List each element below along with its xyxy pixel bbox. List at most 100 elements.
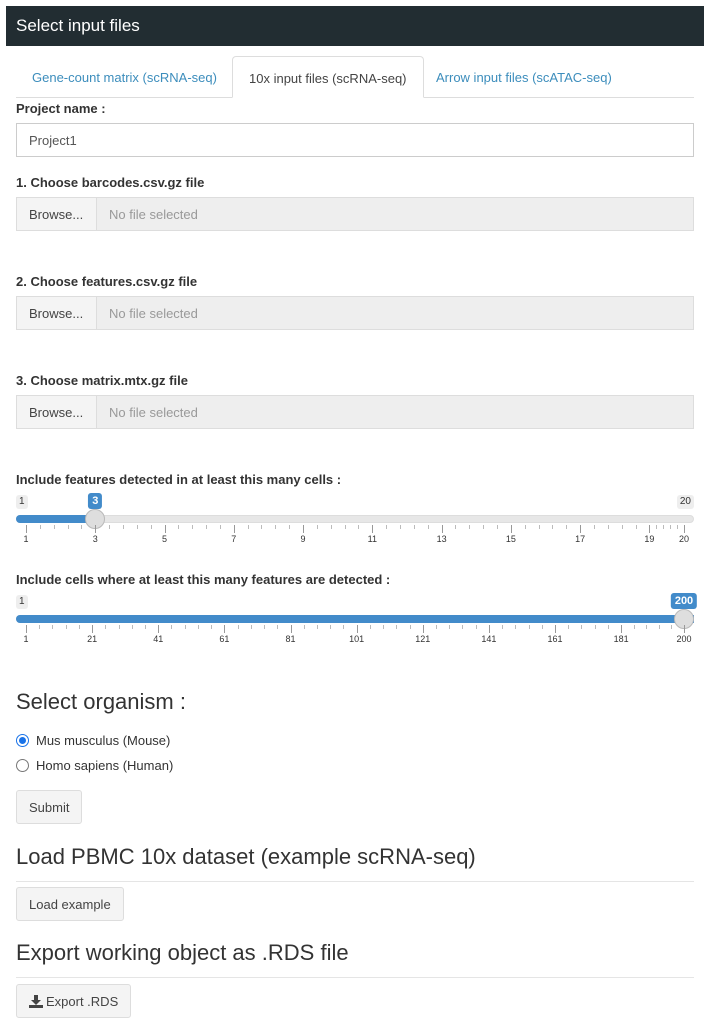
slider-minor-tick: [524, 525, 526, 529]
slider-minor-tick: [171, 625, 173, 629]
export-rds-button[interactable]: Export .RDS: [16, 984, 132, 1018]
slider-minor-tick: [264, 625, 266, 629]
barcodes-browse-button[interactable]: Browse...: [16, 197, 96, 231]
slider-minor-tick: [663, 525, 665, 529]
slider-minor-tick: [400, 525, 402, 529]
slider-tick: [290, 625, 292, 633]
slider-tick: [158, 625, 160, 633]
slider-minor-tick: [237, 625, 239, 629]
slider-tick: [649, 525, 651, 533]
slider-minor-tick: [386, 525, 388, 529]
submit-button[interactable]: Submit: [16, 790, 83, 824]
slider-tick-label: 1: [23, 534, 29, 544]
slider-minor-tick: [109, 525, 111, 529]
slider-tick: [92, 625, 94, 633]
slider-fill: [16, 515, 96, 523]
slider-minor-tick: [330, 525, 332, 529]
barcodes-file-status: No file selected: [96, 197, 694, 231]
slider-minor-tick: [150, 525, 152, 529]
slider-minor-tick: [184, 625, 186, 629]
features-file-input: Browse... No file selected: [16, 296, 694, 330]
matrix-file-input: Browse... No file selected: [16, 395, 694, 429]
slider-minor-tick: [330, 625, 332, 629]
matrix-file-label: 3. Choose matrix.mtx.gz file: [16, 373, 188, 388]
slider-minor-tick: [261, 525, 263, 529]
slider-minor-tick: [192, 525, 194, 529]
slider-minor-tick: [646, 625, 648, 629]
slider-minor-tick: [496, 525, 498, 529]
slider-tick: [580, 525, 582, 533]
slider-tick-label: 11: [367, 534, 377, 544]
slider-minor-tick: [409, 625, 411, 629]
slider-minor-tick: [515, 625, 517, 629]
tab-arrow-input-files[interactable]: Arrow input files (scATAC-seq): [420, 56, 628, 98]
features-file-label: 2. Choose features.csv.gz file: [16, 274, 198, 289]
slider-min-label: 1: [16, 595, 28, 609]
slider-minor-tick: [67, 525, 69, 529]
slider-minor-tick: [53, 525, 55, 529]
min-cells-slider-label: Include features detected in at least th…: [16, 472, 342, 487]
matrix-browse-button[interactable]: Browse...: [16, 395, 96, 429]
project-name-input[interactable]: [16, 123, 694, 157]
slider-minor-tick: [541, 625, 543, 629]
min-features-slider-label: Include cells where at least this many f…: [16, 572, 391, 587]
slider-minor-tick: [593, 525, 595, 529]
slider-minor-tick: [396, 625, 398, 629]
slider-tick-label: 161: [547, 634, 563, 644]
radio-button[interactable]: [16, 734, 29, 747]
tab-gene-count-matrix[interactable]: Gene-count matrix (scRNA-seq): [16, 56, 233, 98]
load-example-button[interactable]: Load example: [16, 887, 124, 921]
slider-tick: [303, 525, 305, 533]
min-features-slider[interactable]: 1 200 1 21 41 61 81 101 121 141 161 181 200: [16, 593, 698, 645]
slider-tick: [95, 525, 97, 533]
features-file-status: No file selected: [96, 296, 694, 330]
radio-button[interactable]: [16, 759, 29, 772]
min-cells-slider[interactable]: 1 20 3 1 3 5 7 9 11 13 15 17 19 20: [16, 493, 694, 545]
slider-minor-tick: [413, 525, 415, 529]
example-heading: Load PBMC 10x dataset (example scRNA-seq…: [16, 844, 476, 869]
slider-tick: [372, 525, 374, 533]
slider-value-label: 3: [88, 493, 103, 509]
features-browse-button[interactable]: Browse...: [16, 296, 96, 330]
slider-tick: [488, 625, 490, 633]
slider-tick: [422, 625, 424, 633]
slider-minor-tick: [483, 525, 485, 529]
organism-heading: Select organism :: [16, 689, 186, 714]
barcodes-file-input: Browse... No file selected: [16, 197, 694, 231]
slider-minor-tick: [316, 525, 318, 529]
project-name-label: Project name :: [16, 101, 106, 116]
slider-value-label: 200: [670, 593, 698, 609]
slider-minor-tick: [552, 525, 554, 529]
barcodes-file-label: 1. Choose barcodes.csv.gz file: [16, 175, 205, 190]
slider-minor-tick: [502, 625, 504, 629]
slider-minor-tick: [566, 525, 568, 529]
slider-tick-label: 3: [92, 534, 98, 544]
slider-minor-tick: [469, 525, 471, 529]
slider-minor-tick: [358, 525, 360, 529]
slider-minor-tick: [449, 625, 451, 629]
radio-option-human[interactable]: Homo sapiens (Human): [16, 758, 173, 773]
slider-tick-label: 41: [153, 634, 164, 644]
slider-minor-tick: [475, 625, 477, 629]
matrix-file-status: No file selected: [96, 395, 694, 429]
radio-option-mouse[interactable]: Mus musculus (Mouse): [16, 733, 170, 748]
slider-min-label: 1: [16, 495, 28, 509]
tab-10x-input-files[interactable]: 10x input files (scRNA-seq): [232, 56, 424, 98]
slider-minor-tick: [633, 625, 635, 629]
slider-minor-tick: [607, 625, 609, 629]
slider-minor-tick: [369, 625, 371, 629]
slider-tick-label: 141: [481, 634, 497, 644]
slider-minor-tick: [211, 625, 213, 629]
slider-track[interactable]: [16, 515, 694, 523]
slider-minor-tick: [343, 625, 345, 629]
slider-tick-label: 19: [644, 534, 655, 544]
slider-minor-tick: [538, 525, 540, 529]
slider-minor-tick: [568, 625, 570, 629]
slider-tick: [510, 525, 512, 533]
slider-minor-tick: [607, 525, 609, 529]
slider-minor-tick: [105, 625, 107, 629]
slider-minor-tick: [219, 525, 221, 529]
slider-tick-label: 7: [231, 534, 237, 544]
slider-tick-label: 101: [349, 634, 365, 644]
slider-tick: [684, 525, 685, 533]
